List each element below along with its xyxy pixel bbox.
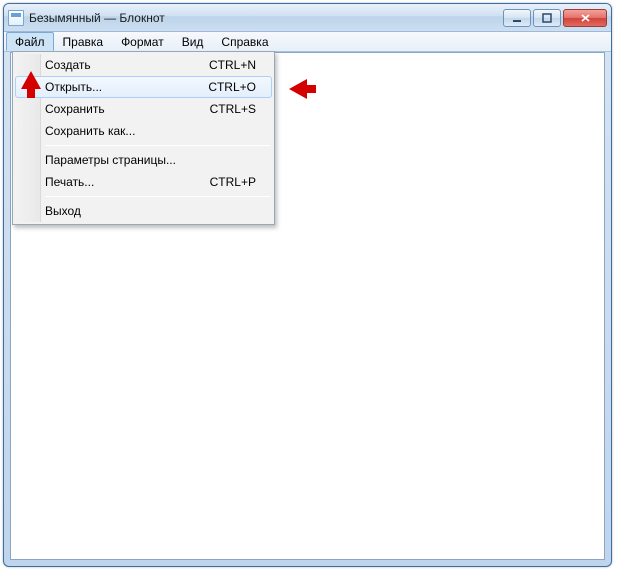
menu-item-label: Открыть... — [45, 80, 208, 94]
menu-item-label: Печать... — [45, 175, 210, 189]
minimize-button[interactable] — [503, 9, 531, 27]
menu-edit-label: Правка — [63, 35, 104, 49]
annotation-arrow-left-icon — [289, 79, 307, 99]
menu-separator — [45, 196, 270, 197]
menu-item-new[interactable]: Создать CTRL+N — [15, 54, 272, 76]
menu-help[interactable]: Справка — [212, 32, 277, 51]
menu-item-page-setup[interactable]: Параметры страницы... — [15, 149, 272, 171]
menu-item-label: Сохранить — [45, 102, 210, 116]
menu-item-exit[interactable]: Выход — [15, 200, 272, 222]
menubar: Файл Правка Формат Вид Справка — [4, 32, 611, 52]
menu-item-label: Выход — [45, 204, 256, 218]
menu-edit[interactable]: Правка — [54, 32, 113, 51]
menu-item-label: Создать — [45, 58, 209, 72]
close-button[interactable] — [563, 9, 607, 27]
menu-item-label: Сохранить как... — [45, 124, 256, 138]
menu-file[interactable]: Файл — [6, 32, 54, 51]
menu-item-save[interactable]: Сохранить CTRL+S — [15, 98, 272, 120]
menu-item-shortcut: CTRL+N — [209, 58, 256, 72]
menu-help-label: Справка — [221, 35, 268, 49]
menu-view[interactable]: Вид — [173, 32, 213, 51]
window-title: Безымянный — Блокнот — [29, 11, 165, 25]
maximize-button[interactable] — [533, 9, 561, 27]
menu-item-shortcut: CTRL+P — [210, 175, 256, 189]
window-controls — [503, 9, 607, 27]
menu-separator — [45, 145, 270, 146]
menu-item-shortcut: CTRL+O — [208, 80, 256, 94]
menu-item-label: Параметры страницы... — [45, 153, 256, 167]
menu-item-shortcut: CTRL+S — [210, 102, 256, 116]
menu-view-label: Вид — [182, 35, 204, 49]
menu-item-save-as[interactable]: Сохранить как... — [15, 120, 272, 142]
menu-item-open[interactable]: Открыть... CTRL+O — [15, 76, 272, 98]
file-menu-dropdown: Создать CTRL+N Открыть... CTRL+O Сохрани… — [12, 51, 275, 225]
notepad-icon — [8, 10, 24, 26]
menu-item-print[interactable]: Печать... CTRL+P — [15, 171, 272, 193]
menu-format-label: Формат — [121, 35, 164, 49]
menu-format[interactable]: Формат — [112, 32, 173, 51]
menu-file-label: Файл — [15, 35, 45, 49]
annotation-arrow-up-icon — [21, 71, 41, 89]
titlebar[interactable]: Безымянный — Блокнот — [4, 4, 611, 32]
